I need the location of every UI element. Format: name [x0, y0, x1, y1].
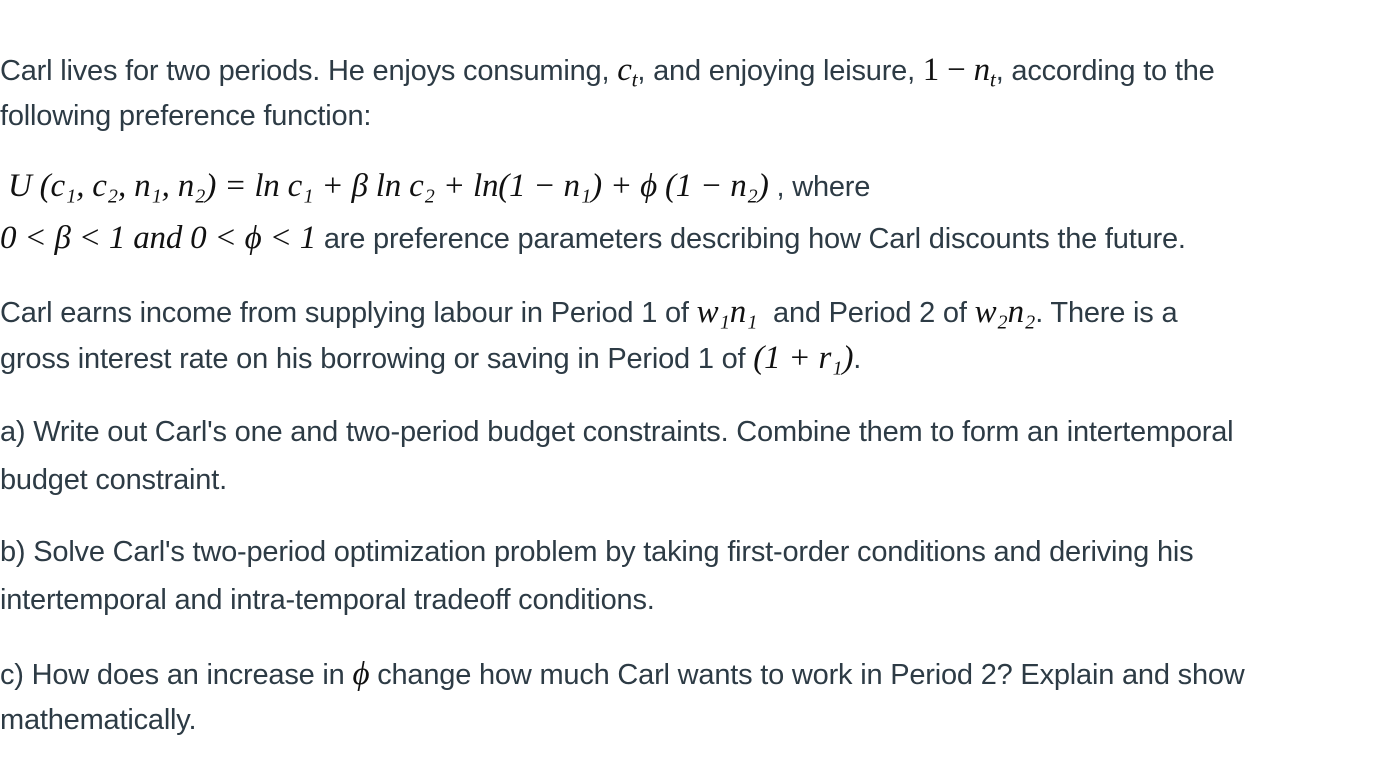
params-line: 0 < β < 1 and 0 < ϕ < 1 are preference p… — [0, 220, 1186, 257]
utility-line: U (c₁, c₂, n₁, n₂) = ln c₁ + β ln c₂ + l… — [8, 168, 870, 205]
params-formula: 0 < β < 1 and 0 < ϕ < 1 — [0, 220, 316, 256]
question-c-line-1: c) How does an increase in ϕ change how … — [0, 656, 1245, 693]
math: 1 − — [922, 52, 974, 88]
text: . — [853, 343, 862, 375]
income-line-1: Carl earns income from supplying labour … — [0, 294, 1178, 331]
text: , where — [768, 171, 871, 203]
phi-symbol: ϕ — [352, 656, 370, 692]
text: and Period 2 of — [757, 297, 975, 329]
question-a-line-2: budget constraint. — [0, 464, 227, 496]
text: gross interest rate on his borrowing or … — [0, 343, 754, 375]
text: c) How does an increase in — [0, 659, 353, 691]
question-b-line-1: b) Solve Carl's two-period optimization … — [0, 536, 1194, 568]
nt-variable: nt — [973, 52, 996, 92]
text: change how much Carl wants to work in Pe… — [369, 659, 1245, 691]
income-line-2: gross interest rate on his borrowing or … — [0, 340, 861, 377]
income-period-2: w₂n₂ — [974, 294, 1036, 330]
text: Carl lives for two periods. He enjoys co… — [0, 55, 618, 87]
text: Carl earns income from supplying labour … — [0, 297, 697, 329]
ct-variable: ct — [617, 52, 638, 92]
intro-line-2: following preference function: — [0, 100, 372, 132]
text: are preference parameters describing how… — [316, 223, 1186, 255]
utility-formula: U (c₁, c₂, n₁, n₂) = ln c₁ + β ln c₂ + l… — [8, 168, 769, 204]
text: . There is a — [1035, 297, 1178, 329]
intro-line-1: Carl lives for two periods. He enjoys co… — [0, 52, 1215, 92]
question-a-line-1: a) Write out Carl's one and two-period b… — [0, 416, 1234, 448]
income-period-1: w₁n₁ — [696, 294, 758, 330]
interest-rate: (1 + r₁) — [753, 340, 854, 376]
question-b-line-2: intertemporal and intra-temporal tradeof… — [0, 584, 655, 616]
question-c-line-2: mathematically. — [0, 704, 197, 736]
text: , according to the — [995, 55, 1215, 87]
text: , and enjoying leisure, — [637, 55, 923, 87]
